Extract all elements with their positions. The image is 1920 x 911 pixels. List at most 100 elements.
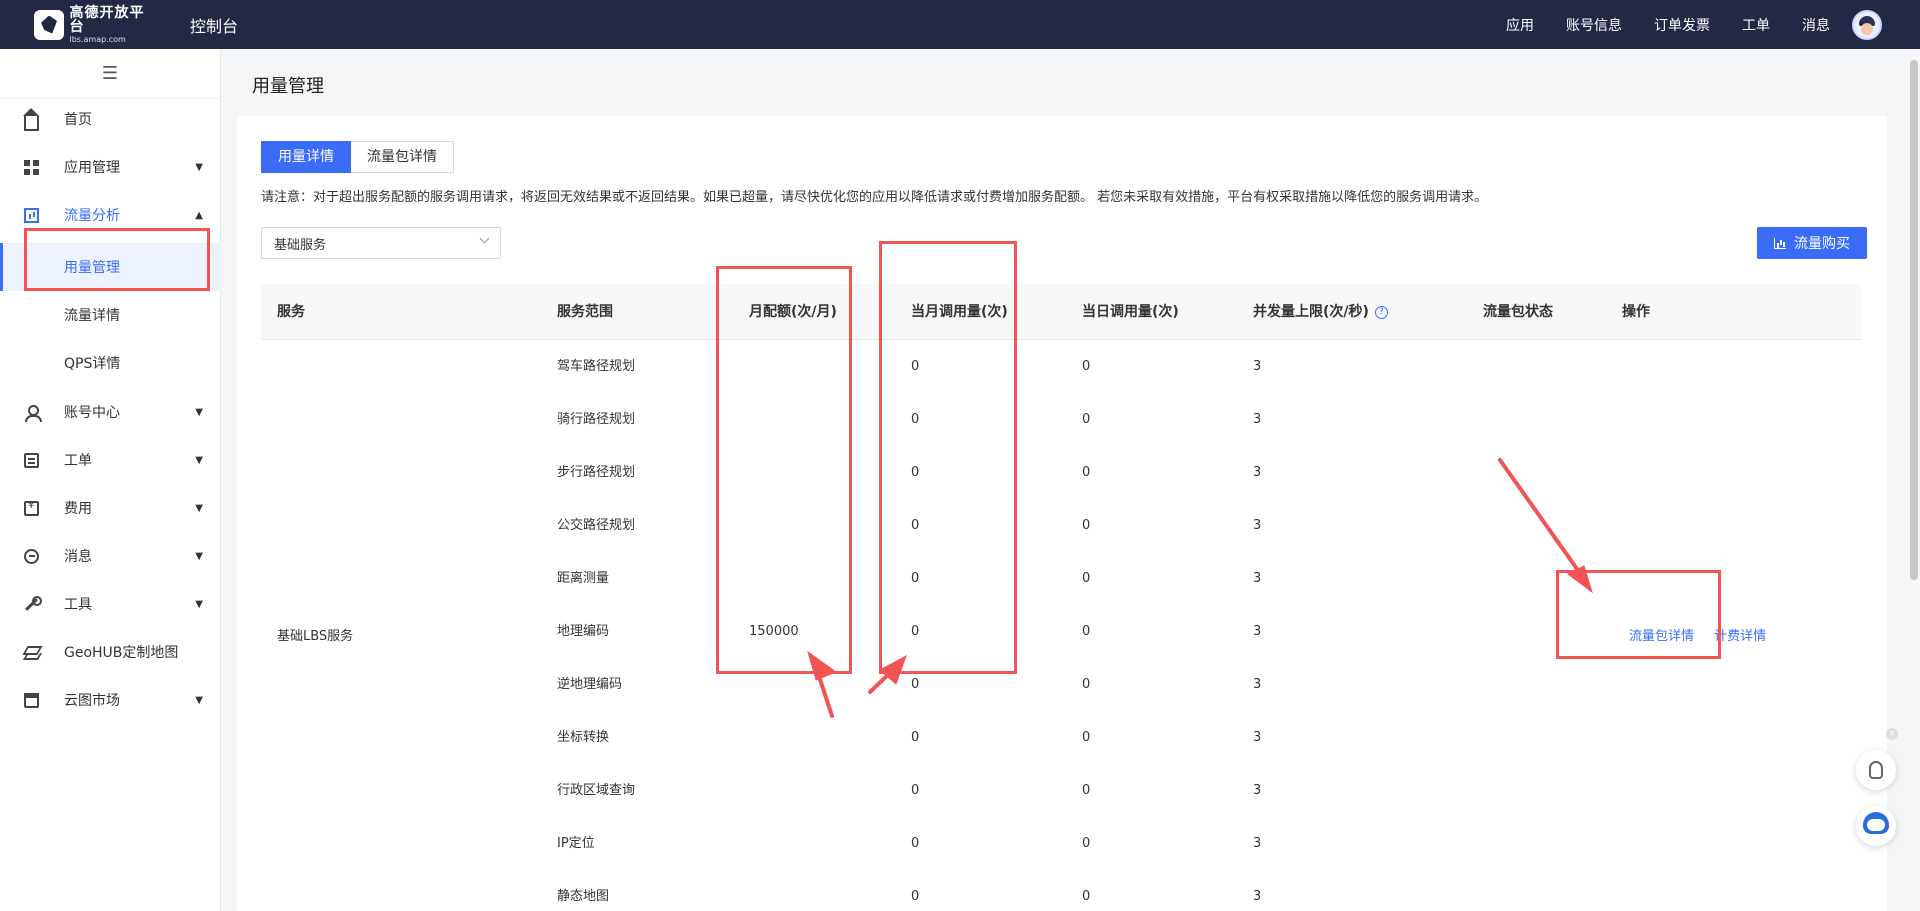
amap-logo-icon	[34, 9, 64, 40]
cell-month-usage: 0	[911, 677, 920, 692]
nav-messages[interactable]: 消息	[1802, 15, 1830, 35]
sidebar-item-label: 云图市场	[64, 693, 120, 709]
table-row: 驾车路径规划 0 0 3	[261, 340, 1861, 393]
sidebar-item-geohub[interactable]: GeoHUB定制地图	[0, 632, 221, 672]
sidebar-item-messages[interactable]: 消息 ▼	[0, 536, 221, 576]
sidebar-item-label: 工单	[64, 453, 92, 469]
avatar[interactable]	[1852, 10, 1882, 40]
sidebar-item-account-center[interactable]: 账号中心 ▼	[0, 392, 221, 432]
col-monthly-quota: 月配额(次/月)	[749, 304, 837, 320]
cell-day-usage: 0	[1082, 465, 1091, 480]
cell-qps: 3	[1253, 783, 1262, 798]
sidebar-subitem-usage-management[interactable]: 用量管理	[0, 243, 221, 291]
sidebar-item-label: 流量分析	[64, 208, 120, 224]
sidebar-item-home[interactable]: 首页	[0, 99, 221, 139]
service-type-select[interactable]: 基础服务	[261, 227, 501, 259]
logo-main-text: 高德开放平台	[69, 4, 145, 35]
col-qps-limit-label: 并发量上限(次/秒)	[1253, 304, 1369, 320]
assistant-bot-icon[interactable]	[1856, 806, 1896, 846]
usage-tabs: 用量详情 流量包详情	[261, 141, 454, 173]
sidebar: ☰ 首页 应用管理 ▼ 流量分析 ▲ 用量管理 流量详情 QPS详情 账号中心 …	[0, 49, 221, 911]
menu-collapse-icon[interactable]: ☰	[0, 49, 220, 99]
cell-scope: 驾车路径规划	[557, 359, 636, 374]
table-row: 坐标转换 0 0 3	[261, 711, 1861, 764]
sidebar-item-label: 消息	[64, 549, 92, 565]
cell-qps: 3	[1253, 836, 1262, 851]
chart-icon	[24, 208, 39, 223]
cell-month-usage: 0	[911, 730, 920, 745]
cell-scope: 距离测量	[557, 571, 610, 586]
service-type-value: 基础服务	[274, 237, 327, 253]
help-icon[interactable]: ?	[1374, 305, 1388, 319]
col-daily-usage: 当日调用量(次)	[1082, 304, 1179, 320]
cell-day-usage: 0	[1082, 518, 1091, 533]
cell-day-usage: 0	[1082, 677, 1091, 692]
buy-traffic-button[interactable]: 流量购买	[1757, 227, 1867, 259]
sidebar-subitem-qps-details[interactable]: QPS详情	[0, 339, 221, 387]
sidebar-item-traffic-analysis[interactable]: 流量分析 ▲	[0, 195, 221, 235]
cell-scope: 行政区域查询	[557, 783, 636, 798]
tab-usage-details[interactable]: 用量详情	[261, 141, 351, 173]
home-icon	[23, 108, 39, 131]
nav-tickets[interactable]: 工单	[1742, 15, 1770, 35]
sidebar-subitem-label: 用量管理	[64, 260, 120, 276]
quota-notice: 请注意：对于超出服务配额的服务调用请求，将返回无效结果或不返回结果。如果已超量，…	[261, 190, 1488, 205]
sidebar-subitem-traffic-details[interactable]: 流量详情	[0, 291, 221, 339]
bar-chart-icon	[1774, 237, 1786, 249]
billing-details-link[interactable]: 计费详情	[1714, 629, 1766, 644]
tab-package-details[interactable]: 流量包详情	[351, 141, 454, 173]
sidebar-item-label: 工具	[64, 597, 92, 613]
sidebar-item-cloud-market[interactable]: 云图市场 ▼	[0, 680, 221, 720]
cell-month-usage: 0	[911, 889, 920, 904]
page-scrollbar[interactable]	[1910, 60, 1918, 580]
chevron-down-icon	[479, 233, 490, 244]
table-header: 服务 服务范围 月配额(次/月) 当月调用量(次) 当日调用量(次) 并发量上限…	[261, 284, 1861, 340]
cell-qps: 3	[1253, 677, 1262, 692]
cell-month-usage: 0	[911, 783, 920, 798]
table-row: 地理编码 150000 0 0 3	[261, 605, 1861, 658]
chevron-down-icon: ▼	[195, 550, 203, 562]
hint-button[interactable]	[1856, 750, 1896, 790]
nav-orders-invoices[interactable]: 订单发票	[1654, 15, 1710, 35]
user-icon	[24, 405, 42, 422]
close-icon[interactable]: ×	[1886, 728, 1898, 740]
sidebar-item-tickets[interactable]: 工单 ▼	[0, 440, 221, 480]
cell-day-usage: 0	[1082, 359, 1091, 374]
grid-icon	[24, 160, 39, 175]
sidebar-item-app-management[interactable]: 应用管理 ▼	[0, 147, 221, 187]
cell-scope: 坐标转换	[557, 730, 610, 745]
cell-month-usage: 0	[911, 624, 920, 639]
cell-day-usage: 0	[1082, 889, 1091, 904]
cell-day-usage: 0	[1082, 836, 1091, 851]
sidebar-item-label: 账号中心	[64, 405, 120, 421]
cell-month-usage: 0	[911, 518, 920, 533]
amap-logo[interactable]: 高德开放平台 lbs.amap.com	[34, 6, 158, 44]
nav-account-info[interactable]: 账号信息	[1566, 15, 1622, 35]
row-operations: 流量包详情 计费详情	[1629, 625, 1782, 644]
col-package-status: 流量包状态	[1483, 304, 1553, 320]
cell-day-usage: 0	[1082, 412, 1091, 427]
nav-apps[interactable]: 应用	[1506, 15, 1534, 35]
lightbulb-icon	[1869, 761, 1883, 779]
table-row: 步行路径规划 0 0 3	[261, 446, 1861, 499]
sidebar-item-fees[interactable]: 费用 ▼	[0, 488, 221, 528]
buy-traffic-label: 流量购买	[1794, 235, 1850, 251]
table-row: 距离测量 0 0 3	[261, 552, 1861, 605]
cell-qps: 3	[1253, 412, 1262, 427]
chevron-down-icon: ▼	[195, 454, 203, 466]
sidebar-item-label: GeoHUB定制地图	[64, 645, 179, 661]
table-row: 骑行路径规划 0 0 3	[261, 393, 1861, 446]
chevron-down-icon: ▼	[195, 694, 203, 706]
money-icon	[24, 500, 39, 516]
message-icon	[24, 549, 39, 564]
cell-scope: 公交路径规划	[557, 518, 636, 533]
package-details-link[interactable]: 流量包详情	[1629, 629, 1694, 644]
cell-qps: 3	[1253, 465, 1262, 480]
sidebar-subitem-label: QPS详情	[64, 356, 121, 372]
chevron-down-icon: ▼	[195, 598, 203, 610]
sidebar-item-tools[interactable]: 工具 ▼	[0, 584, 221, 624]
console-title[interactable]: 控制台	[190, 13, 238, 37]
col-service: 服务	[277, 304, 305, 320]
service-name: 基础LBS服务	[277, 629, 354, 644]
cell-month-usage: 0	[911, 412, 920, 427]
